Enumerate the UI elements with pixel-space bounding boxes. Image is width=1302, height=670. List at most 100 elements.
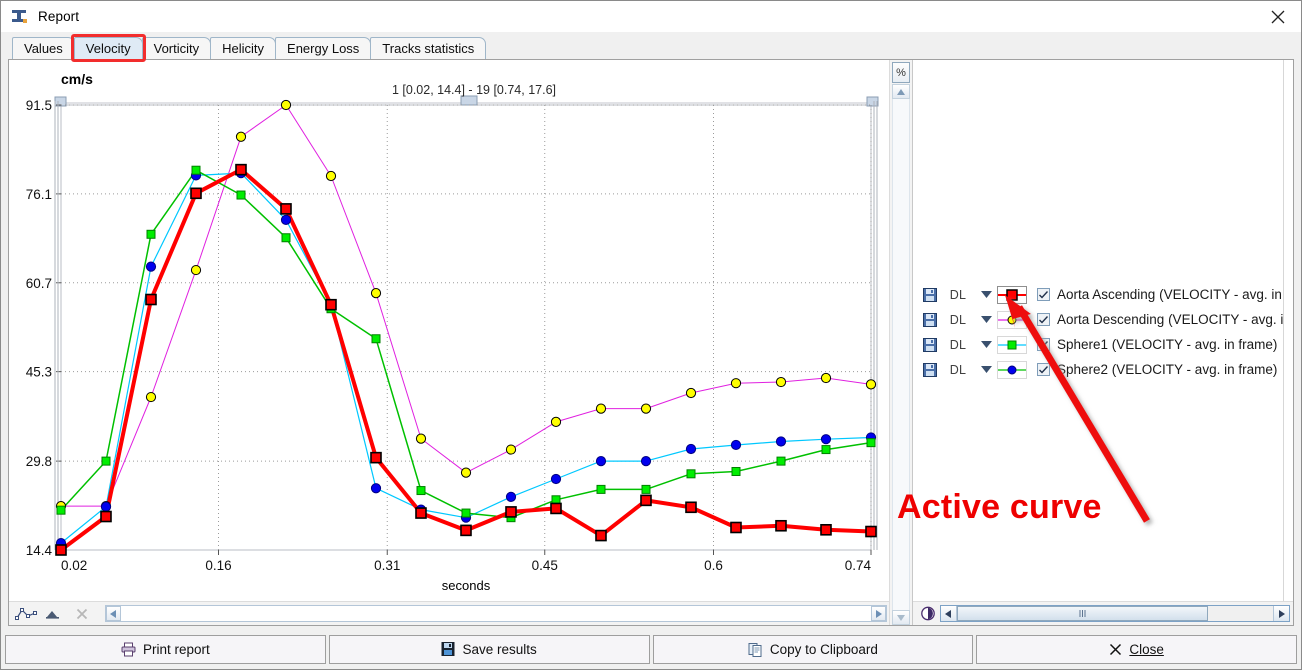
- scroll-track[interactable]: [892, 99, 910, 610]
- close-x-icon: [1109, 643, 1122, 656]
- legend-series-label: Aorta Descending (VELOCITY - avg. in fr: [1057, 312, 1293, 327]
- scroll-right-arrow-icon[interactable]: [1273, 606, 1289, 621]
- svg-text:cm/s: cm/s: [61, 71, 93, 87]
- chevron-down-icon[interactable]: [975, 341, 997, 348]
- svg-text:45.3: 45.3: [26, 365, 52, 380]
- legend-toggle-icon[interactable]: [916, 606, 940, 621]
- tab-energy-loss[interactable]: Energy Loss: [275, 37, 372, 59]
- velocity-line-chart[interactable]: 14.4 29.8 45.3 60.7 76.1 91.5 0.02 0.16 0.31 0.45…: [9, 60, 889, 590]
- chart-container: 14.4 29.8 45.3 60.7 76.1 91.5 0.02 0.16 0.31 0.45…: [9, 60, 889, 625]
- floppy-disk-icon[interactable]: [919, 287, 941, 302]
- print-report-button[interactable]: Print report: [5, 634, 326, 664]
- legend-color-swatch[interactable]: [997, 310, 1027, 329]
- scrollbar-thumb[interactable]: [957, 606, 1208, 621]
- legend-row[interactable]: DL: [919, 282, 1293, 307]
- svg-text:0.31: 0.31: [374, 558, 400, 573]
- scroll-up-arrow-icon[interactable]: [892, 84, 910, 99]
- close-x-icon[interactable]: [69, 604, 95, 624]
- chart-toolbar: [9, 601, 889, 625]
- legend-color-swatch[interactable]: [997, 360, 1027, 379]
- legend-dl-label[interactable]: DL: [941, 338, 975, 352]
- percent-scale-button[interactable]: %: [892, 62, 910, 83]
- svg-text:14.4: 14.4: [26, 543, 53, 558]
- legend-visibility-checkbox[interactable]: [1037, 313, 1050, 326]
- svg-text:seconds: seconds: [442, 578, 491, 590]
- svg-text:0.16: 0.16: [205, 558, 231, 573]
- chevron-down-icon[interactable]: [975, 291, 997, 298]
- button-label: Copy to Clipboard: [769, 641, 878, 657]
- clipboard-icon: [748, 642, 763, 657]
- svg-text:60.7: 60.7: [26, 276, 52, 291]
- svg-text:0.45: 0.45: [532, 558, 558, 573]
- svg-text:91.5: 91.5: [26, 98, 52, 113]
- legend-series-label: Sphere2 (VELOCITY - avg. in frame): [1057, 362, 1278, 377]
- legend-color-swatch[interactable]: [997, 285, 1027, 304]
- scroll-track[interactable]: [121, 606, 871, 621]
- svg-text:0.02: 0.02: [61, 558, 87, 573]
- scroll-left-arrow-icon[interactable]: [106, 606, 121, 621]
- chart-horizontal-scrollbar[interactable]: [105, 605, 887, 622]
- tab-tracks-statistics[interactable]: Tracks statistics: [370, 37, 487, 59]
- svg-text:0.74: 0.74: [845, 558, 872, 573]
- legend-horizontal-scrollbar[interactable]: [940, 605, 1290, 622]
- area-chart-icon[interactable]: [41, 604, 67, 624]
- button-label: Print report: [142, 641, 210, 657]
- footer-button-bar: Print report Save results Copy to Clipbo…: [1, 633, 1301, 669]
- copy-to-clipboard-button[interactable]: Copy to Clipboard: [652, 634, 974, 664]
- plot-vertical-scrollbar[interactable]: %: [889, 60, 912, 625]
- legend-row[interactable]: DL: [919, 307, 1293, 332]
- save-results-button[interactable]: Save results: [328, 634, 650, 664]
- svg-text:76.1: 76.1: [26, 187, 52, 202]
- floppy-disk-icon[interactable]: [919, 362, 941, 377]
- legend-dl-label[interactable]: DL: [941, 313, 975, 327]
- legend-panel: DL Aorta Ascending (VELOCITY - avg. in f…: [912, 60, 1293, 625]
- floppy-disk-icon[interactable]: [919, 312, 941, 327]
- floppy-disk-icon: [441, 642, 455, 656]
- legend-color-swatch[interactable]: [997, 335, 1027, 354]
- line-chart-icon[interactable]: [13, 604, 39, 624]
- legend-visibility-checkbox[interactable]: [1037, 288, 1050, 301]
- tab-label: Energy Loss: [287, 41, 360, 56]
- chevron-down-icon[interactable]: [975, 366, 997, 373]
- legend-list: DL Aorta Ascending (VELOCITY - avg. in f…: [913, 60, 1293, 601]
- report-app-icon: [11, 9, 29, 25]
- scrollbar-track[interactable]: [1207, 606, 1273, 621]
- floppy-disk-icon[interactable]: [919, 337, 941, 352]
- tab-helicity[interactable]: Helicity: [210, 37, 277, 59]
- svg-text:0.6: 0.6: [704, 558, 723, 573]
- report-panel: 14.4 29.8 45.3 60.7 76.1 91.5 0.02 0.16 0.31 0.45…: [8, 59, 1294, 626]
- chevron-down-icon[interactable]: [975, 316, 997, 323]
- tab-label: Values: [24, 41, 63, 56]
- legend-series-label: Sphere1 (VELOCITY - avg. in frame): [1057, 337, 1278, 352]
- percent-label: %: [896, 66, 906, 79]
- tab-values[interactable]: Values: [12, 37, 75, 59]
- tab-vorticity[interactable]: Vorticity: [141, 37, 212, 59]
- legend-dl-label[interactable]: DL: [941, 288, 975, 302]
- svg-text:29.8: 29.8: [26, 454, 52, 469]
- scroll-right-arrow-icon[interactable]: [871, 606, 886, 621]
- report-window: Report Values Velocity Vorticity Helicit…: [0, 0, 1302, 670]
- content-area: 14.4 29.8 45.3 60.7 76.1 91.5 0.02 0.16 0.31 0.45…: [1, 59, 1301, 633]
- legend-scroll-row: [913, 601, 1293, 625]
- legend-row[interactable]: DL: [919, 332, 1277, 357]
- tab-bar: Values Velocity Vorticity Helicity Energ…: [1, 32, 1301, 62]
- legend-clip-edge: [1283, 60, 1293, 601]
- printer-icon: [121, 642, 136, 657]
- window-close-button[interactable]: [1255, 1, 1301, 32]
- legend-dl-label[interactable]: DL: [941, 363, 975, 377]
- svg-text:1 [0.02, 14.4] - 19 [0.74, 17.: 1 [0.02, 14.4] - 19 [0.74, 17.6]: [392, 83, 556, 97]
- tab-velocity[interactable]: Velocity: [70, 34, 146, 62]
- legend-visibility-checkbox[interactable]: [1037, 338, 1050, 351]
- scroll-left-arrow-icon[interactable]: [941, 606, 957, 621]
- tab-label: Tracks statistics: [382, 41, 475, 56]
- tab-label: Vorticity: [153, 41, 200, 56]
- legend-visibility-checkbox[interactable]: [1037, 363, 1050, 376]
- panel-inner: 14.4 29.8 45.3 60.7 76.1 91.5 0.02 0.16 0.31 0.45…: [9, 60, 1293, 625]
- scroll-down-arrow-icon[interactable]: [892, 610, 910, 625]
- chart-plot-area[interactable]: 14.4 29.8 45.3 60.7 76.1 91.5 0.02 0.16 0.31 0.45…: [9, 60, 889, 601]
- close-button[interactable]: Close: [976, 634, 1297, 664]
- button-label: Close: [1129, 641, 1164, 657]
- button-label: Save results: [462, 641, 537, 657]
- tab-label: Velocity: [85, 41, 131, 56]
- legend-row[interactable]: DL: [919, 357, 1277, 382]
